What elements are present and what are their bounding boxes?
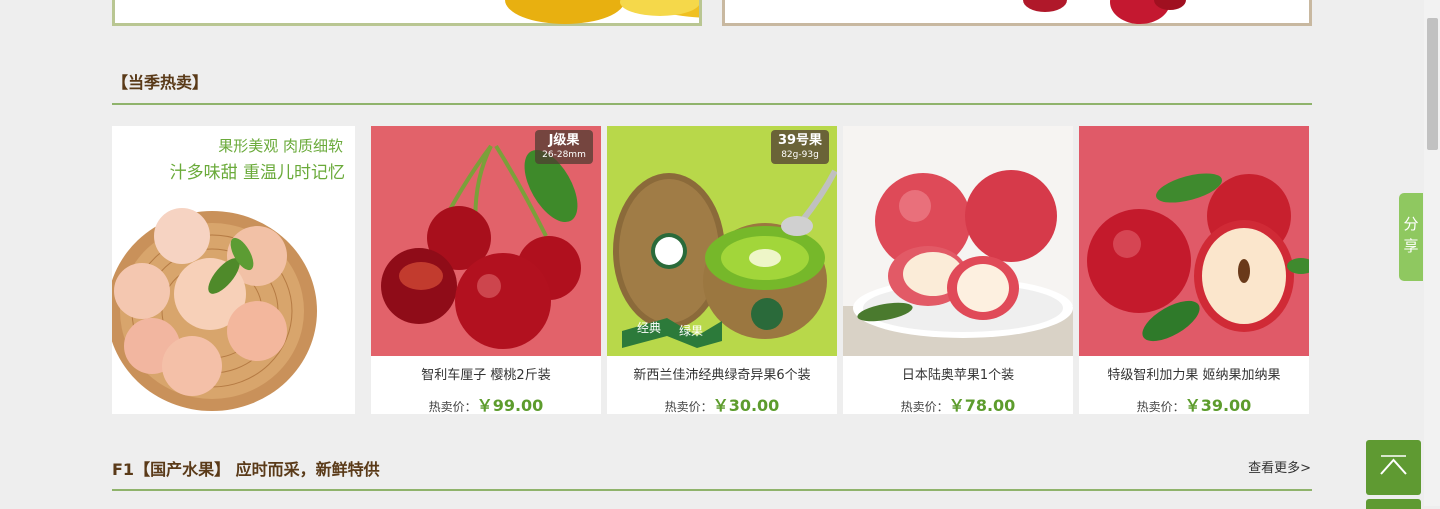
apple-product-image: [1079, 126, 1309, 356]
product-card[interactable]: 日本陆奥苹果1个装 热卖价：￥78.00: [843, 126, 1073, 416]
product-image[interactable]: [843, 126, 1073, 356]
product-card[interactable]: J级果 26-28mm 智利车厘子 樱桃2斤装 热卖价：￥99.00: [371, 126, 601, 416]
banner-right[interactable]: [722, 0, 1312, 26]
grade-badge: 39号果 82g-93g: [771, 130, 829, 164]
price-label: 热卖价：: [900, 400, 949, 414]
product-name[interactable]: 智利车厘子 樱桃2斤装: [371, 364, 601, 383]
cherry-image: [1023, 0, 1186, 24]
price-label: 热卖价：: [428, 400, 477, 414]
product-image[interactable]: J级果 26-28mm: [371, 126, 601, 356]
apple-plate-image: [843, 126, 1073, 356]
view-more-link[interactable]: 查看更多>: [1248, 457, 1311, 476]
product-name[interactable]: 特级智利加力果 姬纳果加纳果: [1079, 364, 1309, 383]
price-value: ￥39.00: [1184, 396, 1252, 415]
product-card[interactable]: 特级智利加力果 姬纳果加纳果 热卖价：￥39.00: [1079, 126, 1309, 416]
share-button[interactable]: 分享: [1399, 193, 1423, 281]
f1-section-title: F1【国产水果】 应时而采，新鲜特供: [112, 460, 380, 479]
hot-sale-title: 【当季热卖】: [112, 73, 209, 92]
tag-right: 绿果: [679, 323, 703, 338]
price-row: 热卖价：￥30.00: [607, 392, 837, 416]
promo-line-1: 果形美观 肉质细软: [218, 137, 343, 155]
lemon-image: [505, 0, 785, 24]
promo-line-2: 汁多味甜 重温儿时记忆: [169, 163, 345, 183]
hot-sale-divider: [112, 103, 1312, 105]
price-value: ￥99.00: [476, 396, 544, 415]
price-label: 热卖价：: [1136, 400, 1185, 414]
price-row: 热卖价：￥78.00: [843, 392, 1073, 416]
product-name[interactable]: 日本陆奥苹果1个装: [843, 364, 1073, 383]
price-label: 热卖价：: [664, 400, 713, 414]
back-to-top-button[interactable]: [1366, 440, 1421, 495]
f1-section-divider: [112, 489, 1312, 491]
product-name[interactable]: 新西兰佳沛经典绿奇异果6个装: [607, 364, 837, 383]
price-row: 热卖价：￥99.00: [371, 392, 601, 416]
promo-card[interactable]: 果形美观 肉质细软 汁多味甜 重温儿时记忆: [112, 126, 355, 414]
side-button[interactable]: [1366, 499, 1421, 509]
arrow-up-icon: [1380, 455, 1407, 475]
price-value: ￥78.00: [948, 396, 1016, 415]
scrollbar-thumb[interactable]: [1427, 18, 1438, 150]
scrollbar[interactable]: [1424, 0, 1440, 506]
grade-badge: J级果 26-28mm: [535, 130, 593, 164]
product-card[interactable]: 经典 绿果 39号果 82g-93g 新西兰佳沛经典绿奇异果6个装 热卖价：￥3…: [607, 126, 837, 416]
price-row: 热卖价：￥39.00: [1079, 392, 1309, 416]
product-image[interactable]: 经典 绿果 39号果 82g-93g: [607, 126, 837, 356]
tag-left: 经典: [637, 321, 661, 335]
banner-left[interactable]: [112, 0, 785, 26]
product-image[interactable]: [1079, 126, 1309, 356]
price-value: ￥30.00: [712, 396, 780, 415]
